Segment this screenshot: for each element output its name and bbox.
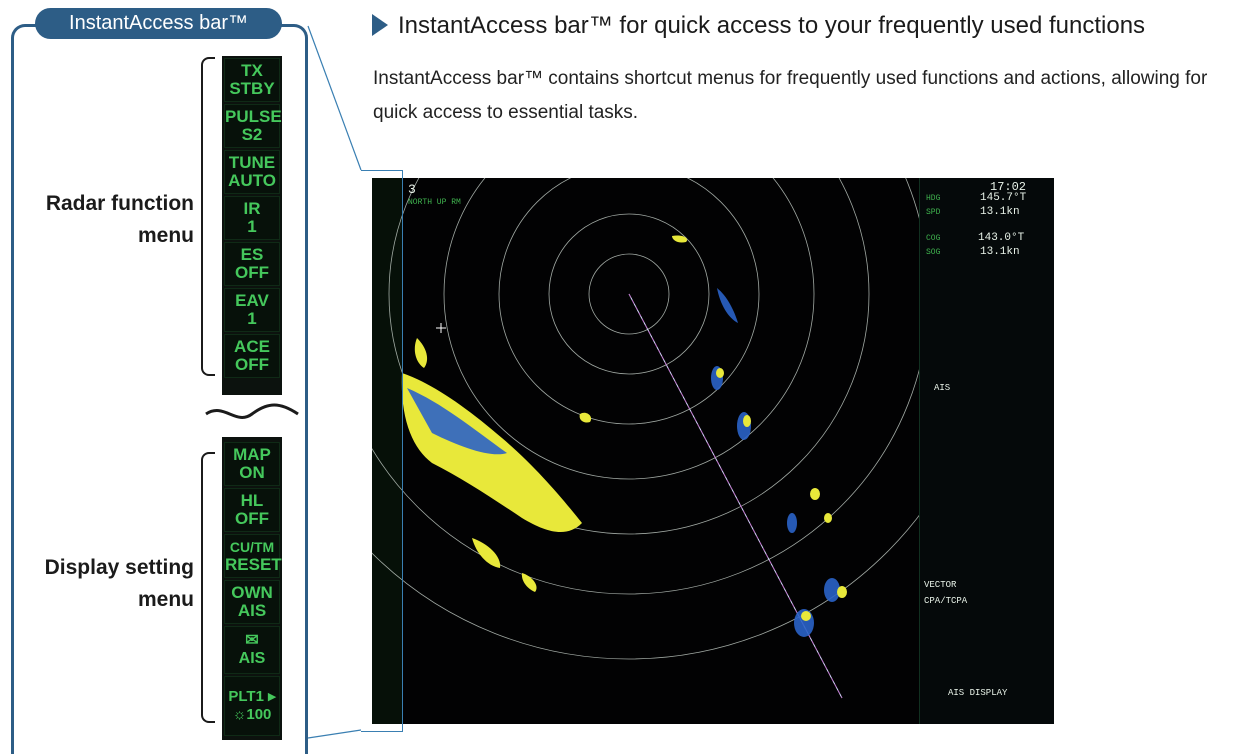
section-description: InstantAccess bar™ contains shortcut men… (373, 68, 1208, 123)
triangle-bullet-icon (372, 14, 388, 36)
radar-screenshot: 17:02 HDG 145.7°T SPD 13.1kn COG 143.0°T… (372, 178, 1054, 724)
heading-mode: NORTH UP RM (408, 198, 461, 207)
radar-bar-highlight (361, 170, 403, 732)
section-heading: InstantAccess bar™ for quick access to y… (372, 12, 1145, 40)
radar-info-panel: 17:02 HDG 145.7°T SPD 13.1kn COG 143.0°T… (919, 178, 1054, 724)
range-readout: 3 (408, 182, 416, 197)
